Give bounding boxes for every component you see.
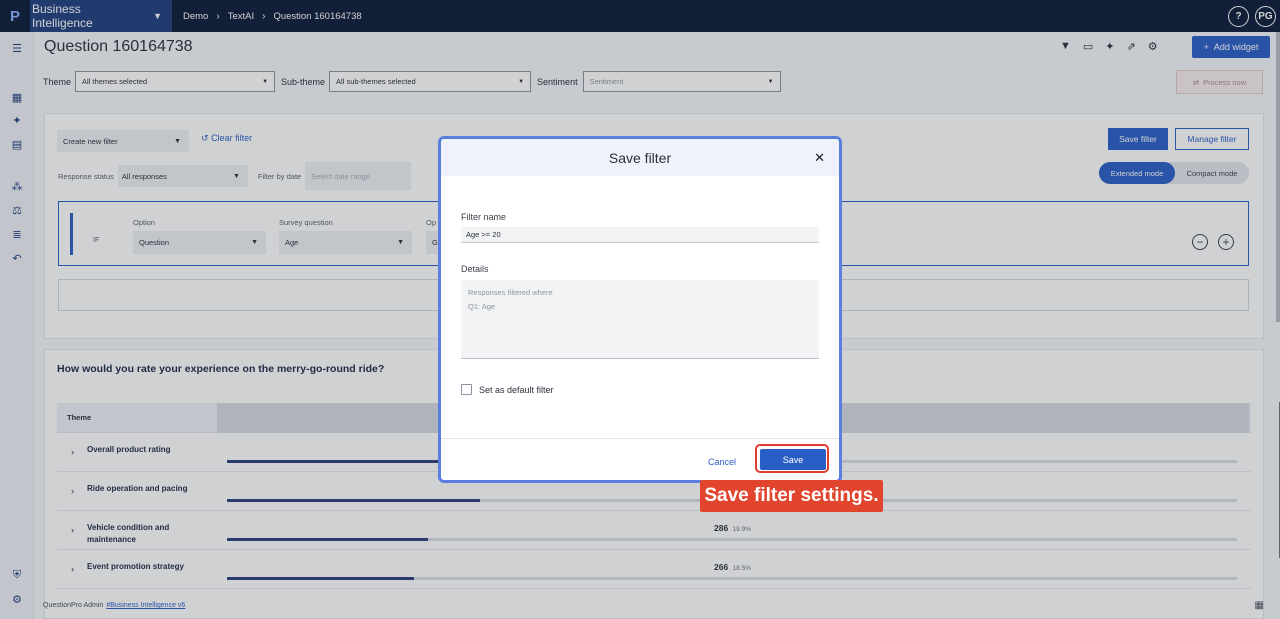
details-line: Responses filtered where	[468, 288, 553, 297]
dialog-header: Save filter ✕	[441, 139, 839, 176]
checkbox-box[interactable]	[461, 384, 472, 395]
details-textarea[interactable]: Responses filtered where Q1: Age	[461, 280, 819, 359]
close-icon[interactable]: ✕	[814, 150, 825, 166]
details-line: Q1: Age	[468, 302, 496, 311]
details-label: Details	[461, 264, 489, 274]
filter-name-label: Filter name	[461, 212, 507, 222]
save-button[interactable]: Save	[760, 449, 826, 470]
default-filter-checkbox[interactable]: Set as default filter	[461, 384, 554, 395]
filter-name-input[interactable]: Age >= 20	[461, 227, 819, 243]
default-filter-label: Set as default filter	[479, 384, 554, 395]
save-filter-dialog: Save filter ✕ Filter name Age >= 20 Deta…	[438, 136, 842, 483]
cancel-button[interactable]: Cancel	[708, 457, 736, 467]
dialog-divider	[441, 438, 839, 439]
instruction-callout: Save filter settings.	[700, 480, 883, 512]
dialog-title: Save filter	[608, 149, 672, 166]
